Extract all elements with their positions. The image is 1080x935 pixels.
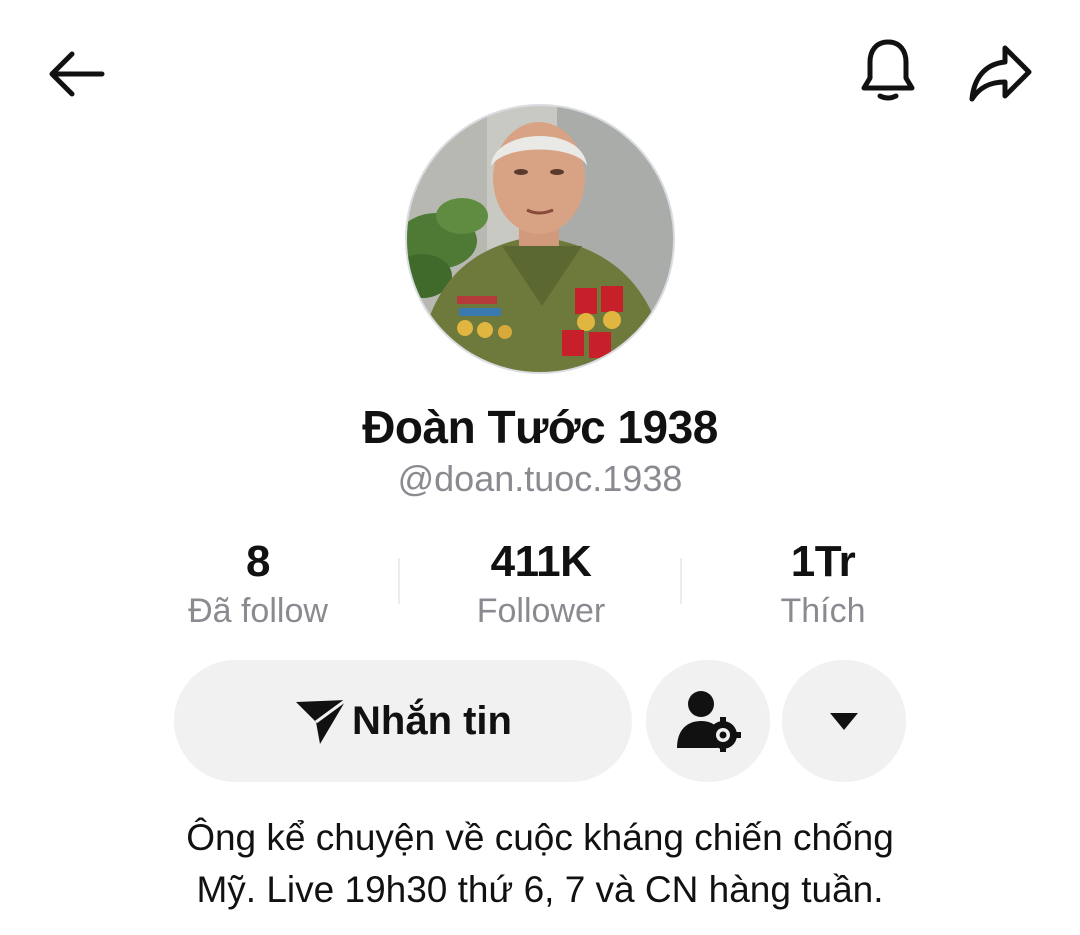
stat-divider [680, 558, 682, 604]
arrow-left-icon [49, 51, 105, 97]
profile-display-name: Đoàn Tước 1938 [362, 401, 718, 453]
message-button-label: Nhắn tin [352, 698, 512, 743]
more-options-button[interactable] [782, 660, 906, 782]
share-arrow-icon [969, 45, 1032, 102]
stat-followers-label: Follower [476, 592, 606, 630]
avatar-photo [407, 106, 673, 372]
user-settings-icon [677, 691, 741, 752]
user-settings-button[interactable] [646, 660, 770, 782]
bio-line-1: Ông kể chuyện về cuộc kháng chiến chống [186, 817, 894, 858]
profile-username: @doan.tuoc.1938 [397, 458, 683, 499]
avatar[interactable] [405, 104, 675, 374]
paper-plane-icon [296, 698, 347, 744]
stat-followers[interactable]: 411K Follower [421, 536, 661, 634]
stat-likes-label: Thích [780, 592, 866, 630]
message-button[interactable]: Nhắn tin [174, 660, 632, 782]
stat-likes[interactable]: 1Tr Thích [703, 536, 943, 634]
caret-down-icon [830, 713, 858, 730]
stat-following-label: Đã follow [188, 592, 328, 630]
stat-followers-value: 411K [490, 537, 592, 586]
stat-following[interactable]: 8 Đã follow [138, 536, 378, 634]
bell-icon [861, 39, 915, 101]
bio-line-2: Mỹ. Live 19h30 thứ 6, 7 và CN hàng tuần. [196, 869, 884, 910]
stat-divider [398, 558, 400, 604]
share-button[interactable] [962, 36, 1038, 108]
notification-bell-button[interactable] [852, 34, 924, 106]
stat-likes-value: 1Tr [790, 537, 856, 586]
profile-bio: Ông kể chuyện về cuộc kháng chiến chống … [0, 812, 1080, 916]
stat-following-value: 8 [246, 537, 270, 586]
back-button[interactable] [38, 38, 110, 110]
